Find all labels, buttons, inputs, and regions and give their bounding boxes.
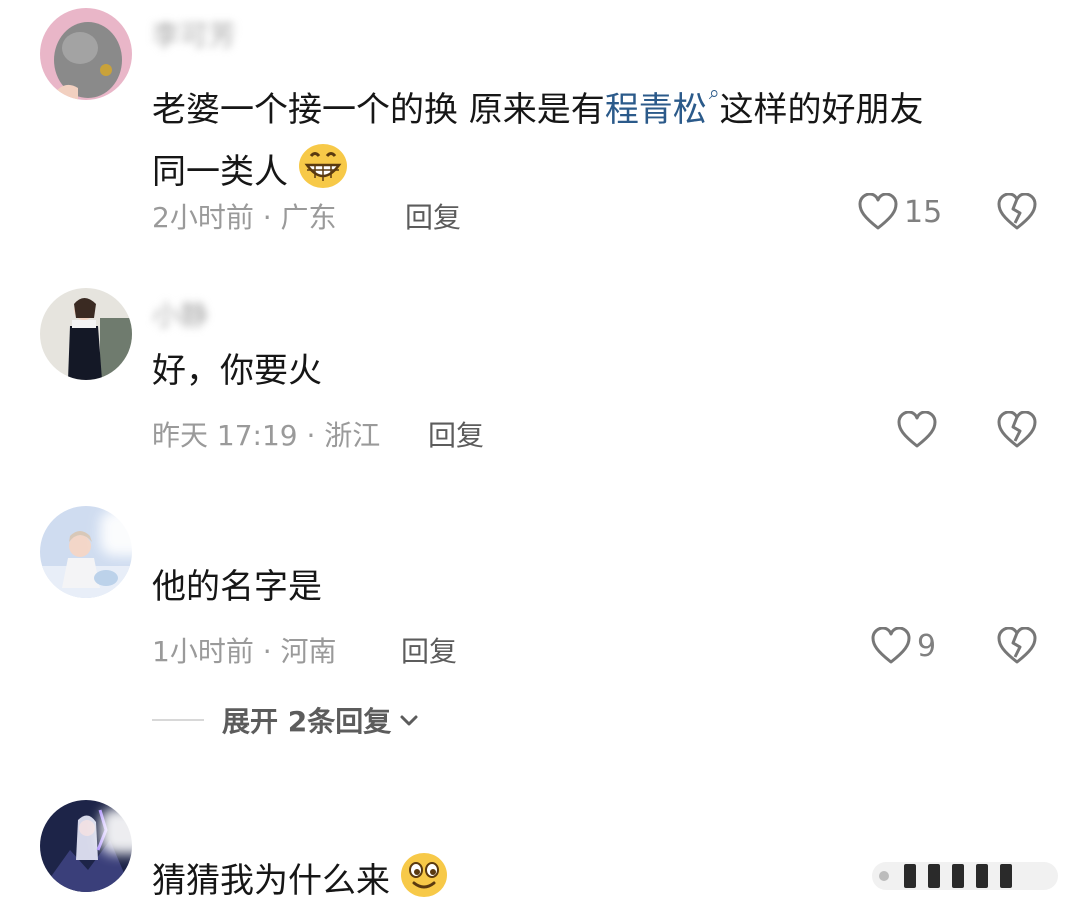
comment-time: 2小时前 [152,201,254,234]
smiling-face-emoji [400,852,448,918]
divider [152,719,204,721]
like-button[interactable]: 15 [858,193,942,231]
avatar[interactable] [40,288,132,380]
broken-heart-icon [997,192,1037,230]
like-count: 15 [904,194,943,230]
expand-replies-label: 展开 2条回复 [222,705,392,738]
search-link[interactable]: 程青松 [605,90,707,130]
username-blurred[interactable] [100,510,350,556]
broken-heart-icon [997,410,1037,448]
search-icon[interactable]: ⌕ [709,82,720,104]
reply-button[interactable]: 回复 [428,414,484,454]
broken-heart-icon [997,626,1037,664]
watermark-logo [872,858,1058,898]
comment-time: 昨天 17:19 [152,419,298,452]
like-button[interactable] [897,411,943,449]
comment-meta: 1小时前 · 河南 [152,630,337,670]
comment-meta: 昨天 17:19 · 浙江 [152,414,380,454]
comment-text: 老婆一个接一个的换 原来是有程青松 ⌕这样的好朋友 同一类人 [152,62,1032,209]
comment-location: 浙江 [324,419,381,452]
heart-outline-icon [897,411,937,448]
like-count: 9 [917,628,937,664]
chevron-down-icon [400,715,418,726]
dislike-button[interactable] [996,410,1038,453]
comment-text: 他的名字是 [152,567,322,607]
heart-outline-icon [871,627,911,664]
like-button[interactable]: 9 [871,627,936,665]
meta-separator: · [253,635,281,668]
username[interactable]: 李可芳 [152,14,236,54]
avatar[interactable] [40,8,132,100]
comment-text: 好，你要火 [152,351,322,391]
comment-time: 1小时前 [152,635,254,668]
dislike-button[interactable] [996,192,1038,235]
reply-button[interactable]: 回复 [401,630,457,670]
comment-location: 广东 [280,201,337,234]
dislike-button[interactable] [996,626,1038,669]
meta-separator: · [297,419,325,452]
meta-separator: · [253,201,281,234]
reply-button[interactable]: 回复 [405,196,461,236]
expand-replies-button[interactable]: 展开 2条回复 [152,700,421,740]
username-blurred[interactable] [100,808,250,854]
username[interactable]: 小静 [152,294,208,334]
comment-location: 河南 [280,635,337,668]
comment-meta: 2小时前 · 广东 [152,196,337,236]
heart-outline-icon [858,193,898,230]
